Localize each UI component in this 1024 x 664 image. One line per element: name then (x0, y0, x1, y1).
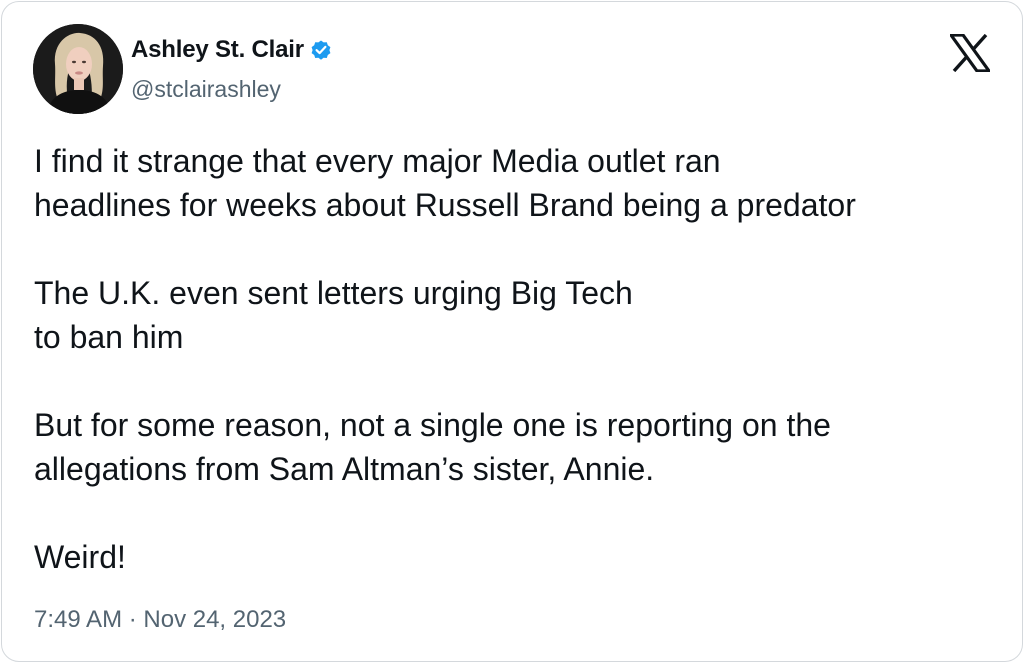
x-logo-icon[interactable] (947, 33, 993, 73)
name-row: Ashley St. Clair (131, 34, 333, 66)
tweet-timestamp[interactable]: 7:49 AM · Nov 24, 2023 (34, 606, 286, 634)
tweet-line: to ban him (34, 319, 184, 355)
tweet-line: allegations from Sam Altman’s sister, An… (34, 451, 655, 487)
tweet-line: The U.K. even sent letters urging Big Te… (34, 275, 633, 311)
tweet-line: I find it strange that every major Media… (34, 143, 721, 179)
avatar[interactable] (33, 24, 123, 114)
tweet-paragraph: The U.K. even sent letters urging Big Te… (34, 271, 994, 359)
tweet-card: Ashley St. Clair @stclairashley I find i… (1, 1, 1023, 662)
avatar-image (33, 24, 123, 114)
verified-badge-icon (309, 38, 333, 62)
tweet-line: Weird! (34, 539, 126, 575)
tweet-paragraph: I find it strange that every major Media… (34, 139, 994, 227)
tweet-paragraph: But for some reason, not a single one is… (34, 403, 994, 491)
tweet-header: Ashley St. Clair @stclairashley (33, 24, 993, 116)
tweet-line: headlines for weeks about Russell Brand … (34, 187, 856, 223)
display-name[interactable]: Ashley St. Clair (131, 36, 304, 64)
tweet-paragraph: Weird! (34, 535, 994, 579)
tweet-text: I find it strange that every major Media… (34, 139, 994, 579)
tweet-line: But for some reason, not a single one is… (34, 407, 831, 443)
user-handle[interactable]: @stclairashley (131, 76, 281, 103)
